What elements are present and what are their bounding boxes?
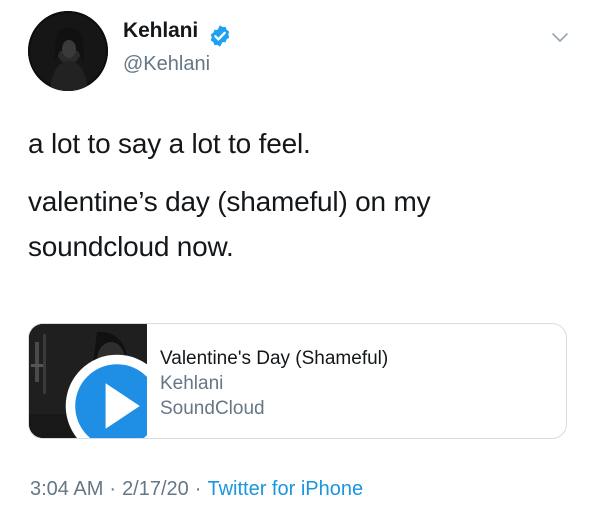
tweet-source-link[interactable]: Twitter for iPhone — [207, 478, 363, 500]
tweet-text-line-3: soundcloud now. — [28, 231, 234, 262]
link-card[interactable]: Valentine's Day (Shameful) Kehlani Sound… — [28, 323, 567, 439]
parental-advisory-icon — [123, 423, 147, 438]
tweet-text-line-2: valentine’s day (shameful) on my — [28, 186, 431, 217]
tweet-date[interactable]: 2/17/20 — [122, 478, 189, 500]
meta-separator: · — [109, 478, 117, 500]
tweet-text-line-1: a lot to say a lot to feel. — [28, 128, 311, 159]
card-title: Valentine's Day (Shameful) — [160, 348, 389, 369]
handle[interactable]: @Kehlani — [123, 53, 210, 76]
avatar-photo — [28, 11, 108, 91]
chevron-down-icon[interactable] — [551, 32, 569, 44]
card-artist: Kehlani — [160, 373, 224, 394]
verified-badge-icon — [210, 25, 230, 47]
tweet-time[interactable]: 3:04 AM — [30, 478, 103, 500]
card-domain: SoundCloud — [160, 398, 265, 419]
meta-separator: · — [194, 478, 202, 500]
display-name[interactable]: Kehlani — [123, 19, 198, 43]
avatar[interactable] — [28, 11, 108, 91]
album-art — [29, 324, 147, 438]
tweet-meta: 3:04 AM · 2/17/20 · Twitter for iPhone — [30, 478, 363, 501]
